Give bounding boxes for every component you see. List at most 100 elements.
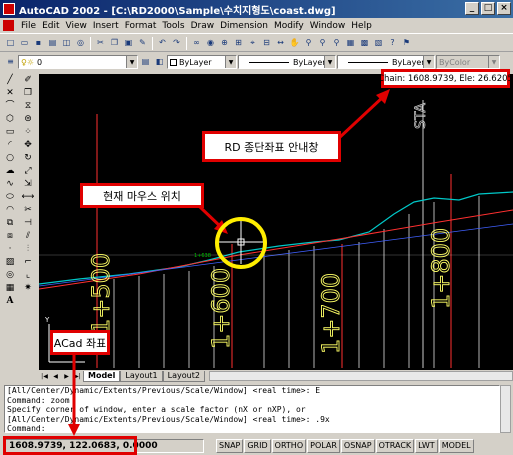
polar-toggle[interactable]: POLAR [307, 439, 340, 453]
document-icon[interactable] [3, 20, 14, 31]
design-center-icon[interactable]: ▩ [358, 37, 371, 50]
layer-combo[interactable]: ♀☼ 0 ▼ [18, 55, 138, 69]
menu-tools[interactable]: Tools [159, 21, 187, 31]
lwt-toggle[interactable]: LWT [415, 439, 438, 453]
menu-help[interactable]: Help [348, 21, 375, 31]
erase-icon[interactable]: ✐ [20, 74, 36, 87]
match-properties-icon[interactable]: ✎ [136, 37, 149, 50]
ellipse-arc-icon[interactable]: ◠ [2, 204, 18, 217]
menu-modify[interactable]: Modify [271, 21, 307, 31]
find-icon[interactable]: ◎ [74, 37, 87, 50]
line-icon[interactable]: ╱ [2, 74, 18, 87]
offset-icon[interactable]: ⊜ [20, 113, 36, 126]
cut-icon[interactable]: ✂ [94, 37, 107, 50]
tab-model[interactable]: Model [83, 370, 121, 382]
ucs-icon[interactable]: ⌖ [246, 37, 259, 50]
trim-icon[interactable]: ✂ [20, 204, 36, 217]
rd-tool-icon[interactable]: ⚑ [400, 37, 413, 50]
print-icon[interactable]: ▤ [46, 37, 59, 50]
zoom-realtime-icon[interactable]: ⚲ [302, 37, 315, 50]
undo-icon[interactable]: ↶ [156, 37, 169, 50]
copy-object-icon[interactable]: ❐ [20, 87, 36, 100]
rotate-icon[interactable]: ↻ [20, 152, 36, 165]
menu-window[interactable]: Window [307, 21, 349, 31]
ellipse-icon[interactable]: ⬭ [2, 191, 18, 204]
menu-dimension[interactable]: Dimension [217, 21, 271, 31]
revision-cloud-icon[interactable]: ☁ [2, 165, 18, 178]
explode-icon[interactable]: ✷ [20, 282, 36, 295]
menu-insert[interactable]: Insert [90, 21, 122, 31]
tool-palette-icon[interactable]: ▧ [372, 37, 385, 50]
menu-edit[interactable]: Edit [39, 21, 62, 31]
horizontal-scrollbar[interactable] [208, 371, 513, 381]
next-tab-icon[interactable]: ▶ [61, 371, 72, 381]
paste-icon[interactable]: ▣ [122, 37, 135, 50]
ortho-toggle[interactable]: ORTHO [271, 439, 307, 453]
new-file-icon[interactable]: □ [4, 37, 17, 50]
polyline-icon[interactable]: ⌒ [2, 100, 18, 113]
web-icon[interactable]: ◉ [204, 37, 217, 50]
array-icon[interactable]: ⁘ [20, 126, 36, 139]
print-preview-icon[interactable]: ◫ [60, 37, 73, 50]
last-tab-icon[interactable]: ▶| [72, 371, 83, 381]
tab-layout2[interactable]: Layout2 [162, 370, 205, 382]
make-object-layer-current-icon[interactable]: ▤ [139, 56, 152, 69]
polygon-icon[interactable]: ⬡ [2, 113, 18, 126]
fillet-icon[interactable]: ⌞ [20, 269, 36, 282]
first-tab-icon[interactable]: |◀ [39, 371, 50, 381]
menu-file[interactable]: File [18, 21, 39, 31]
spline-icon[interactable]: ∿ [2, 178, 18, 191]
arc-icon[interactable]: ◜ [2, 139, 18, 152]
move-icon[interactable]: ✥ [20, 139, 36, 152]
circle-icon[interactable]: ○ [2, 152, 18, 165]
region-icon[interactable]: ◎ [2, 269, 18, 282]
menu-view[interactable]: View [63, 21, 90, 31]
scale-icon[interactable]: ⤢ [20, 165, 36, 178]
tab-layout1[interactable]: Layout1 [120, 370, 163, 382]
lineweight-combo[interactable]: ByLayer ▼ [337, 55, 435, 69]
rectangle-icon[interactable]: ▭ [2, 126, 18, 139]
maximize-button[interactable]: □ [481, 2, 495, 15]
close-button[interactable]: × [497, 2, 511, 15]
command-scrollbar[interactable] [500, 385, 511, 433]
multiline-text-icon[interactable]: A [2, 295, 18, 308]
extend-icon[interactable]: ⊣ [20, 217, 36, 230]
break-at-point-icon[interactable]: ⫶ [20, 243, 36, 256]
command-prompt[interactable]: Command: [7, 424, 499, 432]
view-icon[interactable]: ⊟ [260, 37, 273, 50]
color-combo[interactable]: ByLayer ▼ [167, 55, 237, 69]
grid-toggle[interactable]: GRID [244, 439, 271, 453]
table-icon[interactable]: ▦ [2, 282, 18, 295]
construction-line-icon[interactable]: ✕ [2, 87, 18, 100]
properties-icon[interactable]: ▦ [344, 37, 357, 50]
pan-icon[interactable]: ✋ [288, 37, 301, 50]
prev-tab-icon[interactable]: ◀ [50, 371, 61, 381]
insert-block-icon[interactable]: ⧉ [2, 217, 18, 230]
stretch-icon[interactable]: ⇲ [20, 178, 36, 191]
open-folder-icon[interactable]: ▭ [18, 37, 31, 50]
make-block-icon[interactable]: ⧈ [2, 230, 18, 243]
linetype-combo[interactable]: ByLayer ▼ [238, 55, 336, 69]
hyperlink-icon[interactable]: ∞ [190, 37, 203, 50]
break-icon[interactable]: ⫽ [20, 230, 36, 243]
snap-from-icon[interactable]: ⊕ [218, 37, 231, 50]
point-icon[interactable]: · [2, 243, 18, 256]
zoom-window-icon[interactable]: ⚲ [316, 37, 329, 50]
plotstyle-combo[interactable]: ByColor ▼ [436, 55, 500, 69]
hatch-icon[interactable]: ▨ [2, 256, 18, 269]
minimize-button[interactable]: _ [465, 2, 479, 15]
autocad-app-icon[interactable] [3, 3, 15, 15]
distance-icon[interactable]: ↔ [274, 37, 287, 50]
model-toggle[interactable]: MODEL [438, 439, 474, 453]
mirror-icon[interactable]: ⧖ [20, 100, 36, 113]
otrack-toggle[interactable]: OTRACK [375, 439, 415, 453]
help-icon[interactable]: ? [386, 37, 399, 50]
menu-format[interactable]: Format [122, 21, 160, 31]
copy-icon[interactable]: ❐ [108, 37, 121, 50]
command-window[interactable]: [All/Center/Dynamic/Extents/Previous/Sca… [4, 385, 500, 433]
lengthen-icon[interactable]: ⟷ [20, 191, 36, 204]
layer-previous-icon[interactable]: ◧ [153, 56, 166, 69]
redo-icon[interactable]: ↷ [170, 37, 183, 50]
menu-draw[interactable]: Draw [188, 21, 218, 31]
drawing-canvas[interactable]: 1+638 1+500 1+600 1+700 1+800 STA Y [39, 74, 513, 370]
